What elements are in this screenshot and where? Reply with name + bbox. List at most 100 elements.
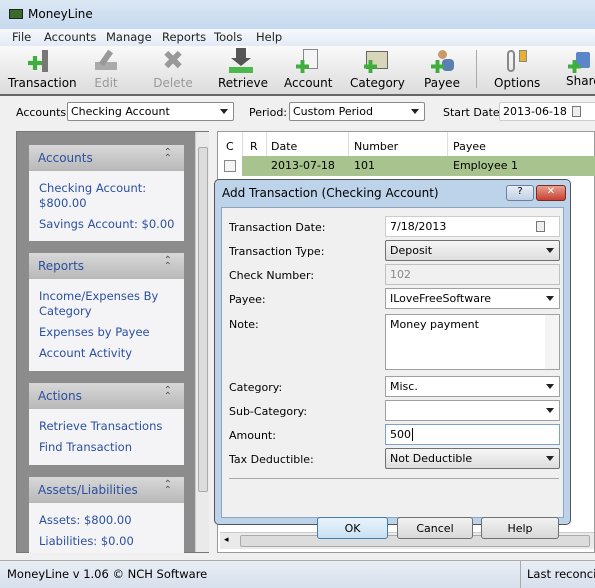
row-date: 2013-07-18 <box>271 159 335 172</box>
col-header-c[interactable]: C <box>226 135 234 157</box>
menu-bar: File Accounts Manage Reports Tools Help <box>0 29 595 46</box>
subcategory-combo[interactable] <box>385 400 560 421</box>
scroll-left-icon[interactable]: ◂ <box>224 535 229 545</box>
collapse-icon[interactable]: ⌃ ⌃ <box>164 480 172 496</box>
tax-deductible-label: Tax Deductible: <box>229 453 314 466</box>
payee-button[interactable]: Payee <box>424 48 460 90</box>
chevron-down-icon <box>546 408 554 413</box>
chevron-down-icon <box>546 384 554 389</box>
menu-help[interactable]: Help <box>256 30 282 44</box>
amount-input[interactable]: 500 <box>385 424 560 445</box>
retrieve-icon <box>228 48 254 74</box>
menu-tools[interactable]: Tools <box>214 30 242 44</box>
sidebar-scrollbar[interactable] <box>195 132 209 552</box>
category-combo[interactable]: Misc. <box>385 376 560 397</box>
note-value: Money payment <box>390 318 479 331</box>
chevron-down-icon <box>411 109 419 114</box>
col-header-date[interactable]: Date <box>271 135 297 157</box>
filter-bar: Accounts: Checking Account Period: Custo… <box>0 98 595 128</box>
toolbar: Transaction Edit ✖ Delete Retrieve Accoun… <box>0 46 595 96</box>
chevron-down-icon <box>546 296 554 301</box>
account-button[interactable]: Account <box>284 48 332 90</box>
assets-section-header[interactable]: Assets/Liabilities ⌃ ⌃ <box>29 477 184 503</box>
retrieve-transactions-link[interactable]: Retrieve Transactions <box>39 419 162 434</box>
collapse-icon[interactable]: ⌃ ⌃ <box>164 148 172 164</box>
divider <box>229 478 559 479</box>
accounts-section-header[interactable]: Accounts ⌃ ⌃ <box>29 145 184 171</box>
table-row[interactable]: 2013-07-18 101 Employee 1 <box>218 156 595 176</box>
delete-button[interactable]: ✖ Delete <box>152 48 194 90</box>
share-button[interactable]: Share <box>566 48 595 88</box>
transaction-date-picker[interactable]: 7/18/2013 <box>385 216 560 237</box>
cleared-checkbox[interactable] <box>224 160 236 172</box>
checking-account-link[interactable]: Checking Account: $800.00 <box>39 181 159 211</box>
close-icon[interactable]: ✕ <box>536 185 566 201</box>
options-icon <box>504 48 530 74</box>
period-select[interactable]: Custom Period <box>289 102 425 121</box>
menu-file[interactable]: File <box>12 30 31 44</box>
transaction-date-value: 7/18/2013 <box>390 220 447 233</box>
col-header-payee[interactable]: Payee <box>453 135 486 157</box>
transaction-type-select[interactable]: Deposit <box>385 240 560 261</box>
note-scrollbar[interactable] <box>545 315 559 369</box>
transaction-date-label: Transaction Date: <box>229 221 326 234</box>
col-header-number[interactable]: Number <box>354 135 398 157</box>
edit-icon <box>93 48 119 74</box>
add-category-icon <box>362 48 388 74</box>
collapse-icon[interactable]: ⌃ ⌃ <box>164 256 172 272</box>
payee-combo[interactable]: ILoveFreeSoftware <box>385 288 560 309</box>
payee-label: Payee: <box>229 293 266 306</box>
share-icon <box>566 48 592 74</box>
start-date-picker[interactable]: 2013-06-18 <box>499 102 595 121</box>
retrieve-button[interactable]: Retrieve <box>218 48 268 90</box>
col-header-r[interactable]: R <box>250 135 258 157</box>
chevron-down-icon <box>546 248 554 253</box>
chevron-down-icon <box>220 109 228 114</box>
check-number-field[interactable]: 102 <box>385 264 560 285</box>
add-account-icon <box>294 48 320 74</box>
amount-label: Amount: <box>229 429 276 442</box>
liabilities-link[interactable]: Liabilities: $0.00 <box>39 534 134 549</box>
section-title: Reports <box>38 259 85 273</box>
collapse-icon[interactable]: ⌃ ⌃ <box>164 386 172 402</box>
menu-accounts[interactable]: Accounts <box>44 30 96 44</box>
options-button[interactable]: Options <box>494 48 540 90</box>
menu-manage[interactable]: Manage <box>106 30 152 44</box>
note-textarea[interactable]: Money payment <box>385 314 560 370</box>
calendar-icon <box>536 221 545 232</box>
dialog-body: Transaction Date: 7/18/2013 Transaction … <box>221 207 564 539</box>
find-transaction-link[interactable]: Find Transaction <box>39 440 132 455</box>
help-icon[interactable]: ? <box>506 185 534 201</box>
edit-button[interactable]: Edit <box>88 48 124 90</box>
reports-section-body: Income/Expenses By Category Expenses by … <box>29 279 184 371</box>
start-date-label: Start Date: <box>443 106 504 119</box>
transaction-type-label: Transaction Type: <box>229 245 325 258</box>
title-bar: MoneyLine <box>0 0 595 29</box>
transaction-button[interactable]: Transaction <box>8 48 77 90</box>
assets-link[interactable]: Assets: $800.00 <box>39 513 132 528</box>
income-expenses-report-link[interactable]: Income/Expenses By Category <box>39 289 159 319</box>
add-transaction-dialog: Add Transaction (Checking Account) ? ✕ T… <box>214 179 571 539</box>
reports-section-header[interactable]: Reports ⌃ ⌃ <box>29 253 184 279</box>
expenses-by-payee-link[interactable]: Expenses by Payee <box>39 325 150 340</box>
cancel-button[interactable]: Cancel <box>397 517 473 539</box>
category-button[interactable]: Category <box>350 48 405 90</box>
ok-button[interactable]: OK <box>317 517 388 539</box>
menu-reports[interactable]: Reports <box>162 30 206 44</box>
scroll-thumb[interactable] <box>198 147 208 492</box>
delete-icon: ✖ <box>162 46 184 76</box>
window-title: MoneyLine <box>28 7 93 21</box>
transaction-type-value: Deposit <box>390 244 433 257</box>
accounts-select[interactable]: Checking Account <box>67 102 234 121</box>
help-button[interactable]: Help <box>481 517 559 539</box>
account-activity-link[interactable]: Account Activity <box>39 346 132 361</box>
tax-deductible-select[interactable]: Not Deductible <box>385 448 560 469</box>
dialog-title: Add Transaction (Checking Account) <box>222 186 439 200</box>
row-payee: Employee 1 <box>453 159 518 172</box>
category-label: Category: <box>229 381 283 394</box>
actions-section-header[interactable]: Actions ⌃ ⌃ <box>29 383 184 409</box>
tax-deductible-value: Not Deductible <box>390 452 473 465</box>
savings-account-link[interactable]: Savings Account: $0.00 <box>39 217 174 232</box>
actions-section-body: Retrieve Transactions Find Transaction <box>29 409 184 465</box>
sidebar: Accounts ⌃ ⌃ Checking Account: $800.00 Sav… <box>16 131 209 553</box>
